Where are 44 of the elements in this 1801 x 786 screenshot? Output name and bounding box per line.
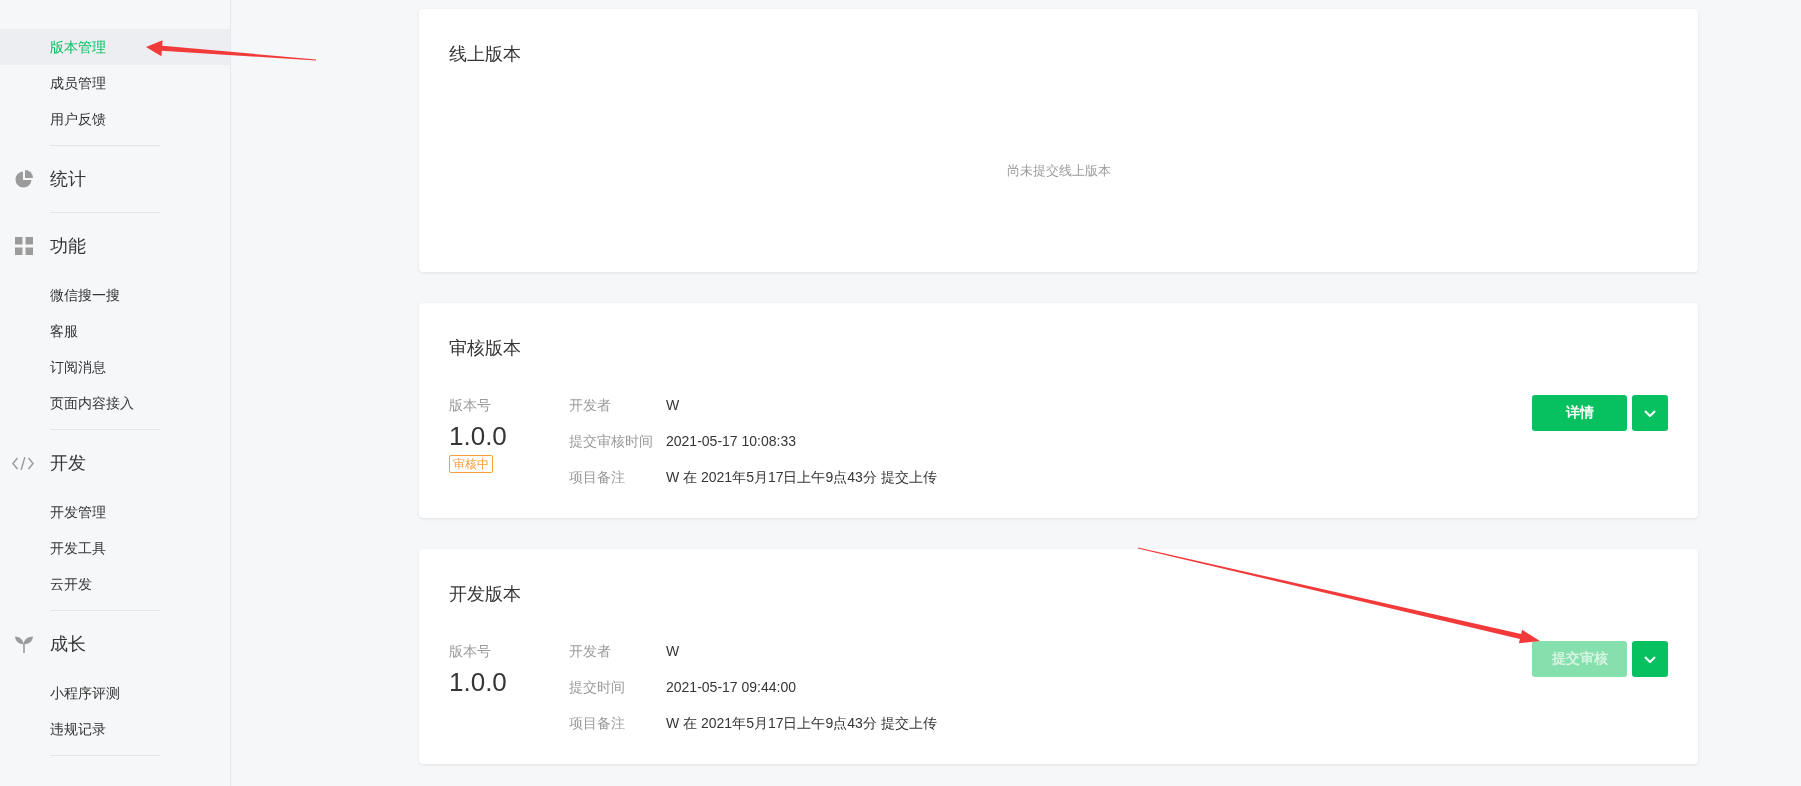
field-value: W (666, 642, 680, 661)
sidebar-item[interactable]: 页面内容接入 (0, 385, 230, 421)
sidebar-item[interactable]: 开发管理 (0, 494, 230, 530)
field-label: 提交审核时间 (569, 432, 654, 451)
sidebar-item[interactable]: 客服 (0, 313, 230, 349)
status-tag: 审核中 (449, 455, 493, 473)
sidebar-item[interactable]: 用户反馈 (0, 101, 230, 137)
sidebar-section-title[interactable]: 统计 (50, 161, 86, 197)
card-title: 线上版本 (449, 43, 522, 66)
sidebar-section-title[interactable]: 开发 (50, 445, 86, 481)
field-label: 提交时间 (569, 678, 626, 697)
caret-icon (1644, 409, 1656, 417)
dropdown-button[interactable] (1632, 395, 1668, 431)
sidebar-item[interactable]: 微信搜一搜 (0, 277, 230, 313)
card-title: 开发版本 (449, 583, 522, 606)
sidebar-section-title[interactable]: 功能 (50, 228, 86, 264)
version-number-label: 版本号 (449, 396, 491, 415)
sprout-icon (14, 634, 34, 654)
version-number: 1.0.0 (449, 421, 507, 451)
field-value: 2021-05-17 09:44:00 (666, 678, 796, 697)
field-label: 项目备注 (569, 714, 626, 733)
pie-chart-icon (14, 169, 34, 189)
field-label: 开发者 (569, 642, 612, 661)
code-icon (12, 455, 34, 471)
version-number-label: 版本号 (449, 642, 491, 661)
field-value: W 在 2021年5月17日上午9点43分 提交上传 (666, 714, 937, 733)
dropdown-button[interactable] (1632, 641, 1668, 677)
card-title: 审核版本 (449, 337, 522, 360)
sidebar-item[interactable]: 违规记录 (0, 711, 230, 747)
empty-message: 尚未提交线上版本 (1005, 162, 1112, 180)
field-value: 2021-05-17 10:08:33 (666, 432, 796, 451)
sidebar-item[interactable]: 云开发 (0, 566, 230, 602)
grid-icon (14, 236, 34, 256)
field-value: W (666, 396, 680, 415)
field-label: 项目备注 (569, 468, 626, 487)
sidebar-item[interactable]: 开发工具 (0, 530, 230, 566)
version-number: 1.0.0 (449, 667, 507, 697)
field-label: 开发者 (569, 396, 612, 415)
sidebar-item[interactable]: 小程序评测 (0, 675, 230, 711)
field-value: W 在 2021年5月17日上午9点43分 提交上传 (666, 468, 937, 487)
caret-icon (1644, 655, 1656, 663)
sidebar-section-title[interactable]: 成长 (50, 626, 86, 662)
sidebar-item[interactable]: 成员管理 (0, 65, 230, 101)
sidebar-item[interactable]: 订阅消息 (0, 349, 230, 385)
